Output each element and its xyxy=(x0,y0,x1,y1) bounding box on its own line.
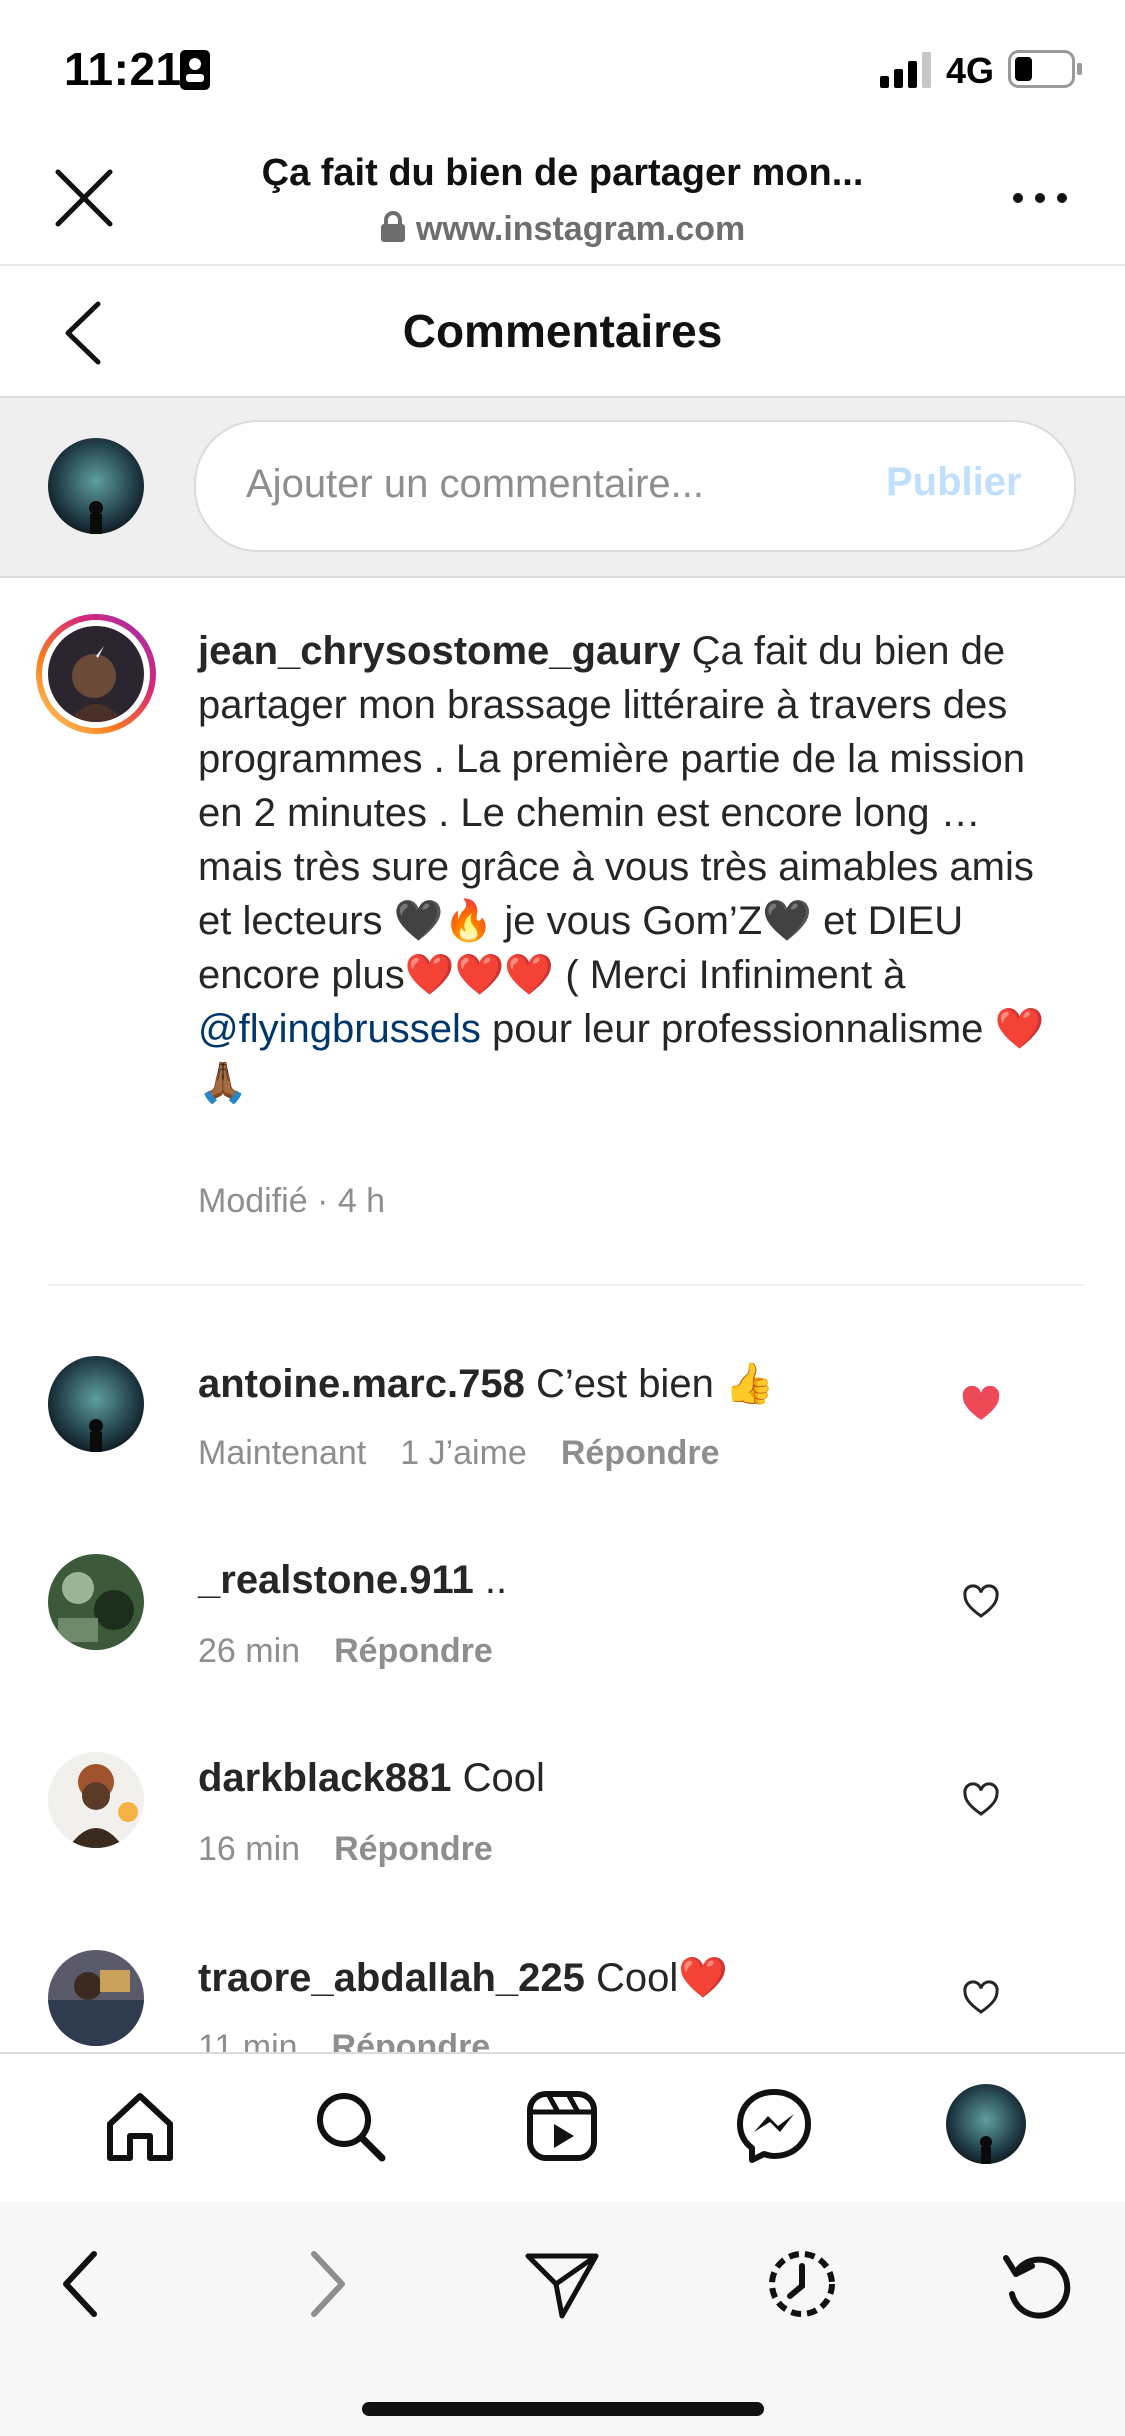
share-icon[interactable] xyxy=(522,2244,602,2324)
comments-header: Commentaires xyxy=(0,266,1125,398)
caption-time: 4 h xyxy=(337,1182,386,1220)
reply-button[interactable]: Répondre xyxy=(334,1632,493,1670)
close-icon[interactable] xyxy=(52,166,116,230)
network-type: 4G xyxy=(946,50,995,91)
page-title: Ça fait du bien de partager mon... xyxy=(261,152,864,194)
heart-outline-icon[interactable] xyxy=(962,1980,1000,2016)
avatar xyxy=(48,438,144,534)
browser-bottom-toolbar xyxy=(0,2202,1125,2436)
signal-icon xyxy=(880,52,931,88)
heart-outline-icon[interactable] xyxy=(962,1584,1000,1620)
story-ring[interactable] xyxy=(36,614,156,734)
comment-time: 16 min xyxy=(198,1830,301,1868)
comment-username[interactable]: traore_abdallah_225 xyxy=(198,1956,585,2000)
comment-item: _realstone.911 .. 26 min Répondre xyxy=(0,1554,1125,1724)
avatar[interactable] xyxy=(48,1950,144,2046)
caption-username[interactable]: jean_chrysostome_gaury xyxy=(198,629,680,673)
comment-username[interactable]: darkblack881 xyxy=(198,1756,452,1800)
author-avatar-image xyxy=(48,626,144,722)
home-icon[interactable] xyxy=(100,2086,180,2166)
comment-username[interactable]: _realstone.911 xyxy=(198,1558,474,1602)
url-text: www.instagram.com xyxy=(415,210,746,248)
battery-icon xyxy=(1008,50,1082,88)
comment-meta: 16 min Répondre xyxy=(198,1830,527,1869)
reply-button[interactable]: Répondre xyxy=(334,1830,493,1868)
reply-button[interactable]: Répondre xyxy=(561,1434,720,1472)
comment-text: .. xyxy=(473,1558,508,1602)
back-icon[interactable] xyxy=(44,2244,124,2324)
comment-line: traore_abdallah_225 Cool❤️ xyxy=(198,1954,728,2001)
publish-button[interactable]: Publier xyxy=(886,460,1022,505)
mention-link[interactable]: @flyingbrussels xyxy=(198,1007,481,1051)
comment-time: 26 min xyxy=(198,1632,301,1670)
divider xyxy=(48,1284,1084,1286)
instagram-bottom-nav xyxy=(0,2052,1125,2202)
caption-text: jean_chrysostome_gaury Ça fait du bien d… xyxy=(198,624,1068,1110)
edited-label: Modifié xyxy=(198,1182,308,1220)
comment-line: darkblack881 Cool xyxy=(198,1756,545,1801)
home-indicator xyxy=(362,2402,764,2416)
search-icon[interactable] xyxy=(310,2086,390,2166)
comment-likes[interactable]: 1 J’aime xyxy=(400,1434,527,1472)
comment-input[interactable] xyxy=(246,458,846,510)
avatar[interactable] xyxy=(48,1356,144,1452)
status-bar: 11:21 4G xyxy=(0,0,1125,130)
caption-body-1: Ça fait du bien de partager mon brassage… xyxy=(198,629,1034,997)
commenter-avatar-image xyxy=(48,1356,144,1452)
comment-username[interactable]: antoine.marc.758 xyxy=(198,1362,525,1406)
history-icon[interactable] xyxy=(762,2244,842,2324)
comment-item: darkblack881 Cool 16 min Répondre xyxy=(0,1752,1125,1922)
person-badge-icon xyxy=(180,50,210,90)
browser-top-bar: Ça fait du bien de partager mon... www.i… xyxy=(0,130,1125,266)
comment-item: antoine.marc.758 C’est bien 👍 Maintenant… xyxy=(0,1356,1125,1526)
profile-avatar-image xyxy=(946,2084,1026,2164)
comment-composer: Publier xyxy=(0,398,1125,578)
comment-time: Maintenant xyxy=(198,1434,367,1472)
commenter-avatar-image xyxy=(48,1752,144,1848)
url-row: www.instagram.com xyxy=(200,210,925,249)
commenter-avatar-image xyxy=(48,1554,144,1650)
comment-line: _realstone.911 .. xyxy=(198,1558,507,1603)
comment-text: C’est bien 👍 xyxy=(524,1362,775,1406)
more-options-icon[interactable] xyxy=(1010,190,1070,206)
comment-meta: 26 min Répondre xyxy=(198,1632,527,1671)
commenter-avatar-image xyxy=(48,1950,144,2046)
heart-filled-icon[interactable] xyxy=(962,1386,1000,1422)
avatar[interactable] xyxy=(48,1752,144,1848)
user-avatar-image xyxy=(48,438,144,534)
lock-icon xyxy=(380,211,405,242)
comment-meta: Maintenant 1 J’aime Répondre xyxy=(198,1434,754,1473)
forward-icon[interactable] xyxy=(284,2244,364,2324)
page-heading: Commentaires xyxy=(402,305,723,357)
reload-icon[interactable] xyxy=(998,2244,1078,2324)
caption-meta: Modifié · 4 h xyxy=(198,1182,386,1220)
status-time: 11:21 xyxy=(64,43,182,95)
heart-outline-icon[interactable] xyxy=(962,1782,1000,1818)
comment-text: Cool xyxy=(451,1756,545,1800)
reels-icon[interactable] xyxy=(522,2086,602,2166)
comment-text: Cool❤️ xyxy=(584,1956,729,2000)
messenger-icon[interactable] xyxy=(734,2086,814,2166)
comment-input-box: Publier xyxy=(194,420,1076,552)
profile-tab[interactable] xyxy=(946,2084,1026,2164)
comment-line: antoine.marc.758 C’est bien 👍 xyxy=(198,1360,775,1407)
avatar[interactable] xyxy=(48,1554,144,1650)
